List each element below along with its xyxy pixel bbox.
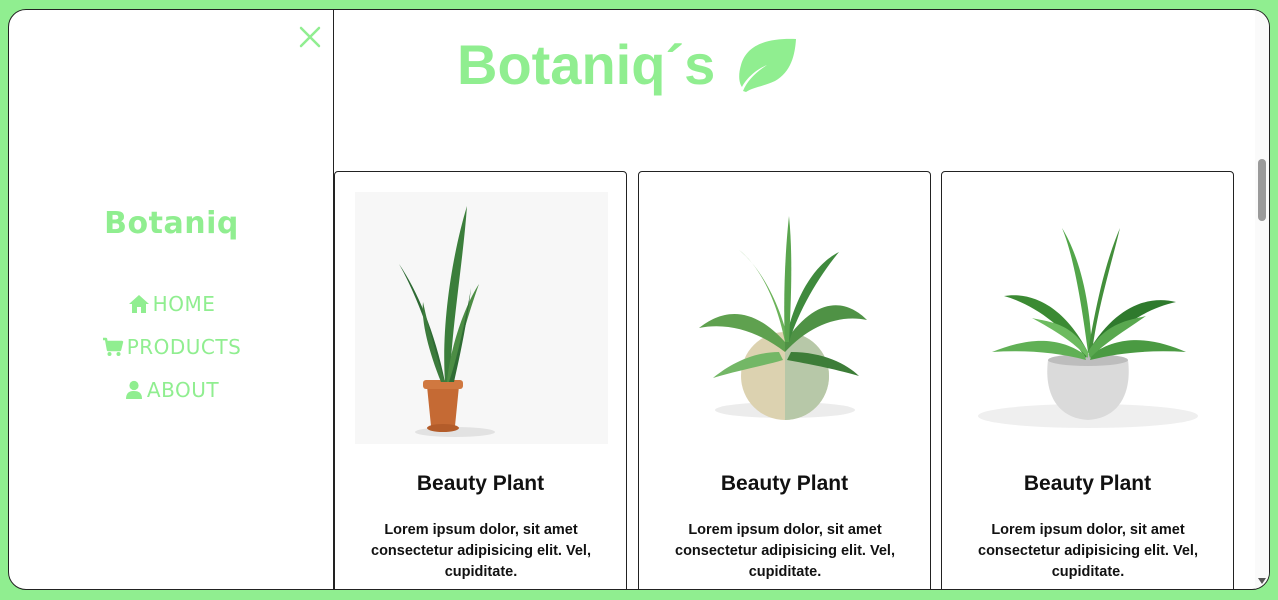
site-logo[interactable]: Botaniq´s bbox=[457, 32, 797, 97]
plant-white-pot-image bbox=[978, 228, 1198, 428]
product-title: Beauty Plant bbox=[720, 472, 849, 495]
product-title: Beauty Plant bbox=[416, 472, 545, 495]
nav-item-home[interactable]: HOME bbox=[9, 282, 334, 325]
user-icon bbox=[125, 380, 142, 399]
product-description: Lorem ipsum dolor, sit amet consectetur … bbox=[978, 522, 1198, 580]
main-content: Botaniq´s Beauty Plant Lorem ipsum dolor… bbox=[334, 10, 1255, 589]
nav-item-label: ABOUT bbox=[146, 377, 220, 402]
home-icon bbox=[128, 294, 149, 313]
sidebar-brand: Botaniq bbox=[104, 206, 239, 241]
cart-icon bbox=[102, 337, 123, 356]
sidebar-nav: HOME PRODUCTS ABOUT bbox=[9, 282, 334, 411]
scrollbar-thumb[interactable] bbox=[1258, 159, 1266, 221]
product-card[interactable]: Beauty Plant Lorem ipsum dolor, sit amet… bbox=[334, 171, 627, 589]
app-window: Botaniq HOME PRODUCTS ABOUT Botaniq´s Be… bbox=[8, 9, 1270, 590]
nav-item-products[interactable]: PRODUCTS bbox=[9, 325, 334, 368]
product-title: Beauty Plant bbox=[1023, 472, 1152, 495]
sidebar: Botaniq HOME PRODUCTS ABOUT bbox=[9, 10, 334, 589]
product-card[interactable]: Beauty Plant Lorem ipsum dolor, sit amet… bbox=[941, 171, 1234, 589]
product-description: Lorem ipsum dolor, sit amet consectetur … bbox=[675, 522, 895, 580]
snake-plant-image bbox=[355, 192, 608, 444]
close-icon[interactable] bbox=[298, 25, 322, 49]
plant-vase-image bbox=[699, 216, 867, 420]
nav-item-about[interactable]: ABOUT bbox=[9, 368, 334, 411]
product-description: Lorem ipsum dolor, sit amet consectetur … bbox=[371, 522, 591, 580]
leaf-icon bbox=[739, 38, 797, 92]
vertical-scrollbar[interactable] bbox=[1255, 10, 1269, 589]
nav-item-label: HOME bbox=[152, 291, 216, 316]
product-card[interactable]: Beauty Plant Lorem ipsum dolor, sit amet… bbox=[638, 171, 931, 589]
scroll-down-icon[interactable] bbox=[1258, 578, 1266, 584]
logo-text: Botaniq´s bbox=[457, 33, 716, 96]
nav-item-label: PRODUCTS bbox=[126, 334, 242, 359]
